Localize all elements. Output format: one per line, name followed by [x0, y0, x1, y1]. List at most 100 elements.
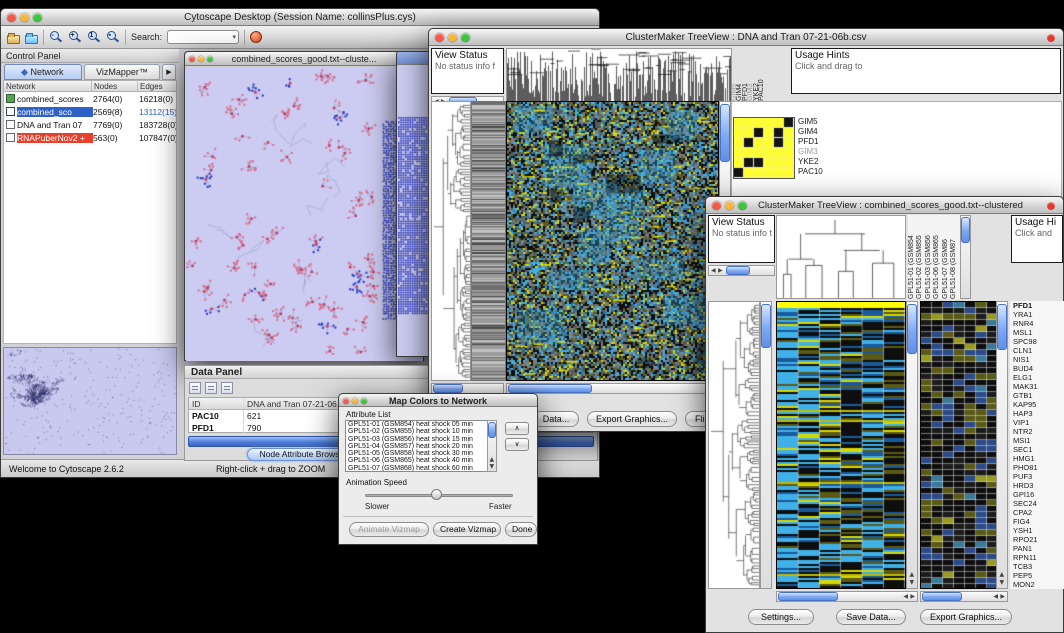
create-attribute-icon[interactable]: [205, 382, 217, 394]
network-overview-thumbnail[interactable]: [4, 348, 176, 454]
tv2-gene-label[interactable]: RPN11: [1013, 553, 1037, 562]
tv2-horizontal-scrollbar[interactable]: ◀▶: [776, 591, 918, 602]
secondary-network-title-bar[interactable]: [397, 52, 428, 65]
tv2-heatmap-canvas[interactable]: [776, 301, 906, 589]
network-graph-canvas[interactable]: [186, 67, 423, 361]
tv2-gene-label[interactable]: TCB3: [1013, 562, 1032, 571]
tv2-gene-label[interactable]: CPA2: [1013, 508, 1032, 517]
tv2-side-vertical-scrollbar-thumb[interactable]: [997, 304, 1007, 350]
tv2-gene-label[interactable]: HMG1: [1013, 454, 1035, 463]
tv2-gene-label[interactable]: FIG4: [1013, 517, 1030, 526]
close-button[interactable]: [7, 13, 16, 22]
tv1-matrix-label[interactable]: YKE2: [798, 157, 818, 166]
secondary-network-window[interactable]: [396, 51, 429, 357]
tv1-matrix-label[interactable]: GIM4: [798, 127, 818, 136]
tv1-title-bar[interactable]: ClusterMaker TreeView : DNA and Tran 07-…: [429, 29, 1063, 46]
tv2-vertical-scrollbar-thumb[interactable]: [907, 304, 917, 354]
search-dropdown-arrow[interactable]: ▾: [233, 33, 237, 41]
attribute-scrollbar-thumb[interactable]: [488, 422, 496, 438]
column-network[interactable]: Network: [4, 81, 92, 91]
tv2-gene-label[interactable]: GTB1: [1013, 391, 1033, 400]
tv2-gene-label[interactable]: PUF3: [1013, 472, 1032, 481]
animate-vizmap-button[interactable]: Animate Vizmap: [349, 522, 429, 537]
dialog-minimize-button[interactable]: [352, 398, 358, 404]
tv2-minimize-button[interactable]: [725, 201, 734, 210]
tv2-gene-label[interactable]: ELG1: [1013, 373, 1032, 382]
attribute-list-item[interactable]: GPL51-05 (GSM858) heat shock 30 min: [346, 450, 496, 457]
tv2-left-top-scrollbar[interactable]: ◀▶: [708, 265, 775, 276]
network-row[interactable]: combined_scores 2764(0) 16218(0): [4, 92, 176, 105]
tab-vizmapper[interactable]: VizMapper™: [84, 64, 160, 80]
tv2-column-label[interactable]: GPL51-02 (GSM855: [916, 215, 923, 299]
dialog-zoom-button[interactable]: [361, 398, 367, 404]
dialog-title-bar[interactable]: Map Colors to Network: [339, 394, 537, 407]
tv2-column-dendrogram-canvas[interactable]: [776, 215, 906, 299]
tv2-gene-label[interactable]: NIS1: [1013, 355, 1030, 364]
tv2-column-label[interactable]: GPL51-07 (GSM86: [942, 215, 949, 299]
tv2-gene-label[interactable]: SEC1: [1013, 445, 1033, 454]
attribute-list-scrollbar[interactable]: ▲▼: [487, 420, 497, 472]
zoom-one-to-one-icon[interactable]: 1: [87, 30, 101, 44]
tv2-column-label[interactable]: GPL51-08 (GSM87: [950, 215, 957, 299]
attribute-matrix-icon[interactable]: [221, 382, 233, 394]
tv2-horizontal-scrollbar-thumb[interactable]: [778, 592, 838, 601]
save-session-icon[interactable]: [25, 35, 38, 44]
tv1-export-graphics-button[interactable]: Export Graphics...: [587, 411, 677, 427]
tv2-gene-label[interactable]: HAP3: [1013, 409, 1033, 418]
tv1-strip-scrollbar-thumb[interactable]: [433, 384, 463, 393]
tv2-gene-label[interactable]: NTR2: [1013, 427, 1033, 436]
tv2-gene-label[interactable]: MSI1: [1013, 436, 1031, 445]
tv2-gene-label[interactable]: GPI16: [1013, 490, 1034, 499]
network-view-minimize-button[interactable]: [198, 56, 204, 62]
data-column-id[interactable]: ID: [189, 398, 244, 409]
tv2-label-scrollbar[interactable]: [960, 215, 971, 299]
tv2-gene-label[interactable]: VIP1: [1013, 418, 1029, 427]
desktop-title-bar[interactable]: Cytoscape Desktop (Session Name: collins…: [1, 9, 599, 26]
tv2-dendro-scrollbar[interactable]: [760, 301, 772, 589]
tv2-gene-label[interactable]: RNR4: [1013, 319, 1033, 328]
tv1-column-label[interactable]: PAC10: [758, 47, 765, 101]
create-vizmap-button[interactable]: Create Vizmap: [433, 522, 501, 537]
attribute-list-item[interactable]: GPL51-07 (GSM868) heat shock 60 min: [346, 465, 496, 472]
tv1-vertical-scrollbar-thumb[interactable]: [720, 104, 730, 162]
tv2-close-button[interactable]: [712, 201, 721, 210]
move-down-button[interactable]: ∨: [505, 438, 529, 451]
tv2-gene-label[interactable]: BUD4: [1013, 364, 1033, 373]
tv2-gene-label[interactable]: PAN1: [1013, 544, 1032, 553]
zoom-out-icon[interactable]: -: [49, 30, 63, 44]
animation-slider-thumb[interactable]: [431, 489, 442, 500]
column-nodes[interactable]: Nodes: [92, 81, 138, 91]
tv1-minimize-button[interactable]: [448, 33, 457, 42]
tv2-gene-label[interactable]: YRA1: [1013, 310, 1033, 319]
tv1-horizontal-scrollbar-thumb[interactable]: [508, 384, 592, 393]
tv2-gene-label[interactable]: PHO81: [1013, 463, 1038, 472]
tv2-column-label[interactable]: GPL51-06 (GSM865: [933, 215, 940, 299]
tv2-column-label[interactable]: GPL51-03 (GSM856: [925, 215, 932, 299]
plugin-icon[interactable]: [250, 31, 262, 43]
tv2-side-heatmap-canvas[interactable]: [920, 301, 998, 589]
tv1-matrix-label[interactable]: GIM5: [798, 117, 818, 126]
select-attributes-icon[interactable]: [189, 382, 201, 394]
attribute-list-item[interactable]: GPL51-06 (GSM865) heat shock 40 min: [346, 457, 496, 464]
tv2-title-bar[interactable]: ClusterMaker TreeView : combined_scores_…: [706, 197, 1063, 214]
minimize-button[interactable]: [20, 13, 29, 22]
tv2-gene-label[interactable]: MON2: [1013, 580, 1035, 589]
tv2-gene-label[interactable]: SPC98: [1013, 337, 1037, 346]
tv2-gene-label[interactable]: SEC24: [1013, 499, 1037, 508]
network-view-close-button[interactable]: [189, 56, 195, 62]
tv2-vertical-scrollbar[interactable]: ▲▼: [906, 301, 918, 589]
tv2-side-vertical-scrollbar[interactable]: ▲▼: [996, 301, 1008, 589]
tv2-side-horizontal-scrollbar[interactable]: ◀▶: [920, 591, 1008, 602]
tv2-gene-label[interactable]: MSL1: [1013, 328, 1033, 337]
tv1-matrix-label[interactable]: GIM3: [798, 147, 818, 156]
tv2-gene-label[interactable]: PFD1: [1013, 301, 1032, 310]
tv1-close-button[interactable]: [435, 33, 444, 42]
network-view-title-bar[interactable]: combined_scores_good.txt--cluste...: [185, 52, 423, 66]
secondary-network-canvas[interactable]: [398, 65, 429, 356]
network-row[interactable]: RNAPuberNov2 + 563(0) 107847(0): [4, 131, 176, 144]
tv2-settings-button[interactable]: Settings...: [748, 609, 814, 625]
tv2-label-scrollbar-thumb[interactable]: [961, 217, 970, 243]
tv1-column-dendrogram-canvas[interactable]: [506, 48, 732, 102]
tv2-gene-label[interactable]: KAP95: [1013, 400, 1036, 409]
tv2-save-data-button[interactable]: Save Data...: [836, 609, 906, 625]
